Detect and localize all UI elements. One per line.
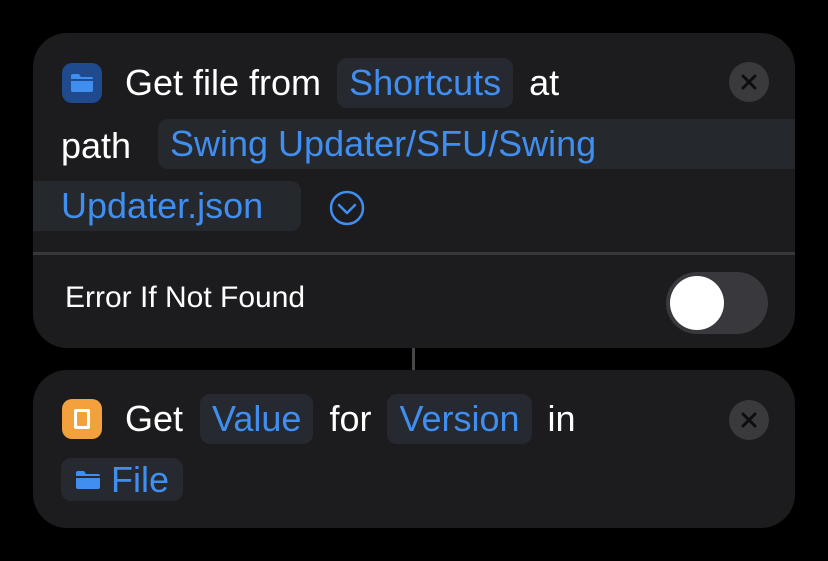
file-path-token[interactable]: Swing Updater/SFU/Swing [158,119,795,169]
error-if-not-found-label: Error If Not Found [65,281,306,314]
action-text-in: in [547,398,576,439]
folder-icon [62,63,102,103]
value-token[interactable]: Value [200,394,314,444]
action-text-at: at [529,62,560,103]
file-path-line-2: Updater.json [61,185,264,226]
remove-action-button[interactable] [729,400,769,440]
action-title-line: Get file from Shortcuts at [125,58,559,108]
error-if-not-found-toggle[interactable] [666,272,768,334]
action-text-path: path [61,125,132,166]
action-text-for: for [329,398,372,439]
file-variable-token[interactable]: File [61,458,184,501]
dictionary-icon [62,399,102,439]
folder-icon [75,470,101,490]
close-icon [741,412,757,428]
show-more-chevron-button[interactable] [329,190,365,226]
get-dictionary-value-action-card[interactable]: Get Value for Version in File [33,370,795,528]
toggle-knob [670,276,724,330]
action-connector [412,348,415,370]
chevron-down-icon [329,190,365,226]
remove-action-button[interactable] [729,62,769,102]
action-text-get: Get [125,398,184,439]
path-text-line: path [61,121,131,171]
divider [33,252,795,255]
get-file-action-card[interactable]: Get file from Shortcuts at path Swing Up… [33,33,795,348]
file-variable-label: File [111,458,170,500]
file-path-line-1: Swing Updater/SFU/Swing [170,123,597,164]
action-title-line: Get Value for Version in [125,394,576,444]
action-text-get-file-from: Get file from [125,62,322,103]
close-icon [741,74,757,90]
service-token[interactable]: Shortcuts [337,58,514,108]
file-path-token-continued[interactable]: Updater.json [33,181,301,231]
key-token[interactable]: Version [387,394,532,444]
